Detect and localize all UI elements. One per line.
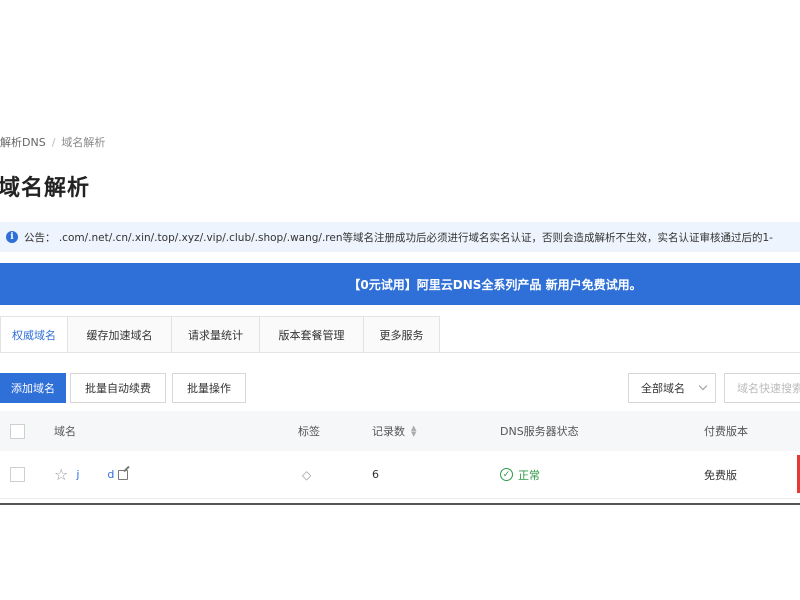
row-checkbox[interactable] (10, 467, 25, 482)
header-tag: 标签 (298, 425, 320, 438)
tabs-divider (0, 352, 800, 353)
add-domain-button[interactable]: 添加域名 (0, 373, 66, 403)
header-version: 付费版本 (704, 425, 748, 438)
domain-link[interactable]: jd (76, 468, 114, 481)
tab-version-plans[interactable]: 版本套餐管理 (260, 316, 364, 353)
table-header: 域名 标签 记录数 ▲ ▼ DNS服务器状态 付费版本 (0, 411, 800, 451)
header-dns-status: DNS服务器状态 (500, 425, 579, 438)
breadcrumb-separator: / (51, 135, 56, 149)
breadcrumb-current: 域名解析 (61, 136, 106, 149)
select-all-checkbox[interactable] (10, 423, 25, 439)
promo-banner[interactable]: 【0元试用】阿里云DNS全系列产品 新用户免费试用。 (0, 263, 800, 305)
promo-text[interactable]: 【0元试用】阿里云DNS全系列产品 新用户免费试用。 (348, 276, 641, 293)
tab-authoritative-domains[interactable]: 权威域名 (0, 316, 68, 353)
edit-icon[interactable] (118, 469, 129, 480)
notice-text: 公告： .com/.net/.cn/.xin/.top/.xyz/.vip/.c… (24, 231, 773, 244)
tab-bar: 权威域名 缓存加速域名 请求量统计 版本套餐管理 更多服务 (0, 316, 440, 353)
page-title: 域名解析 (0, 176, 91, 201)
star-icon[interactable]: ☆ (54, 465, 68, 484)
bottom-divider (0, 503, 800, 505)
sort-icon[interactable]: ▲ ▼ (411, 425, 416, 438)
info-icon: i (6, 231, 18, 243)
domain-name-start: j (76, 468, 80, 481)
header-records[interactable]: 记录数 ▲ ▼ (372, 411, 416, 451)
breadcrumb-parent-link[interactable]: 解析DNS (0, 134, 46, 150)
header-domain: 域名 (54, 425, 76, 438)
breadcrumb: 解析DNS / 域名解析 (0, 134, 105, 150)
chevron-down-icon (698, 381, 708, 391)
tab-cache-domains[interactable]: 缓存加速域名 (68, 316, 172, 353)
notice-bar: i 公告： .com/.net/.cn/.xin/.top/.xyz/.vip/… (0, 222, 800, 252)
tab-more-services[interactable]: 更多服务 (364, 316, 440, 353)
domain-filter-value: 全部域名 (641, 382, 685, 395)
dns-status: ✓ 正常 (500, 467, 540, 483)
tab-request-stats[interactable]: 请求量统计 (172, 316, 260, 353)
domain-filter-select[interactable]: 全部域名 (628, 373, 716, 403)
batch-operation-button[interactable]: 批量操作 (172, 373, 246, 403)
batch-auto-renew-button[interactable]: 批量自动续费 (70, 373, 166, 403)
version-value: 免费版 (704, 468, 737, 482)
record-count: 6 (372, 468, 379, 481)
dns-status-text: 正常 (518, 468, 540, 482)
table-row: ☆ jd ◇ 6 ✓ 正常 免费版 (0, 451, 800, 499)
check-circle-icon: ✓ (500, 468, 513, 481)
domain-search-input[interactable] (724, 373, 800, 403)
tag-icon[interactable]: ◇ (302, 468, 311, 482)
domain-name-end: d (107, 468, 115, 481)
header-records-label: 记录数 (372, 425, 405, 438)
